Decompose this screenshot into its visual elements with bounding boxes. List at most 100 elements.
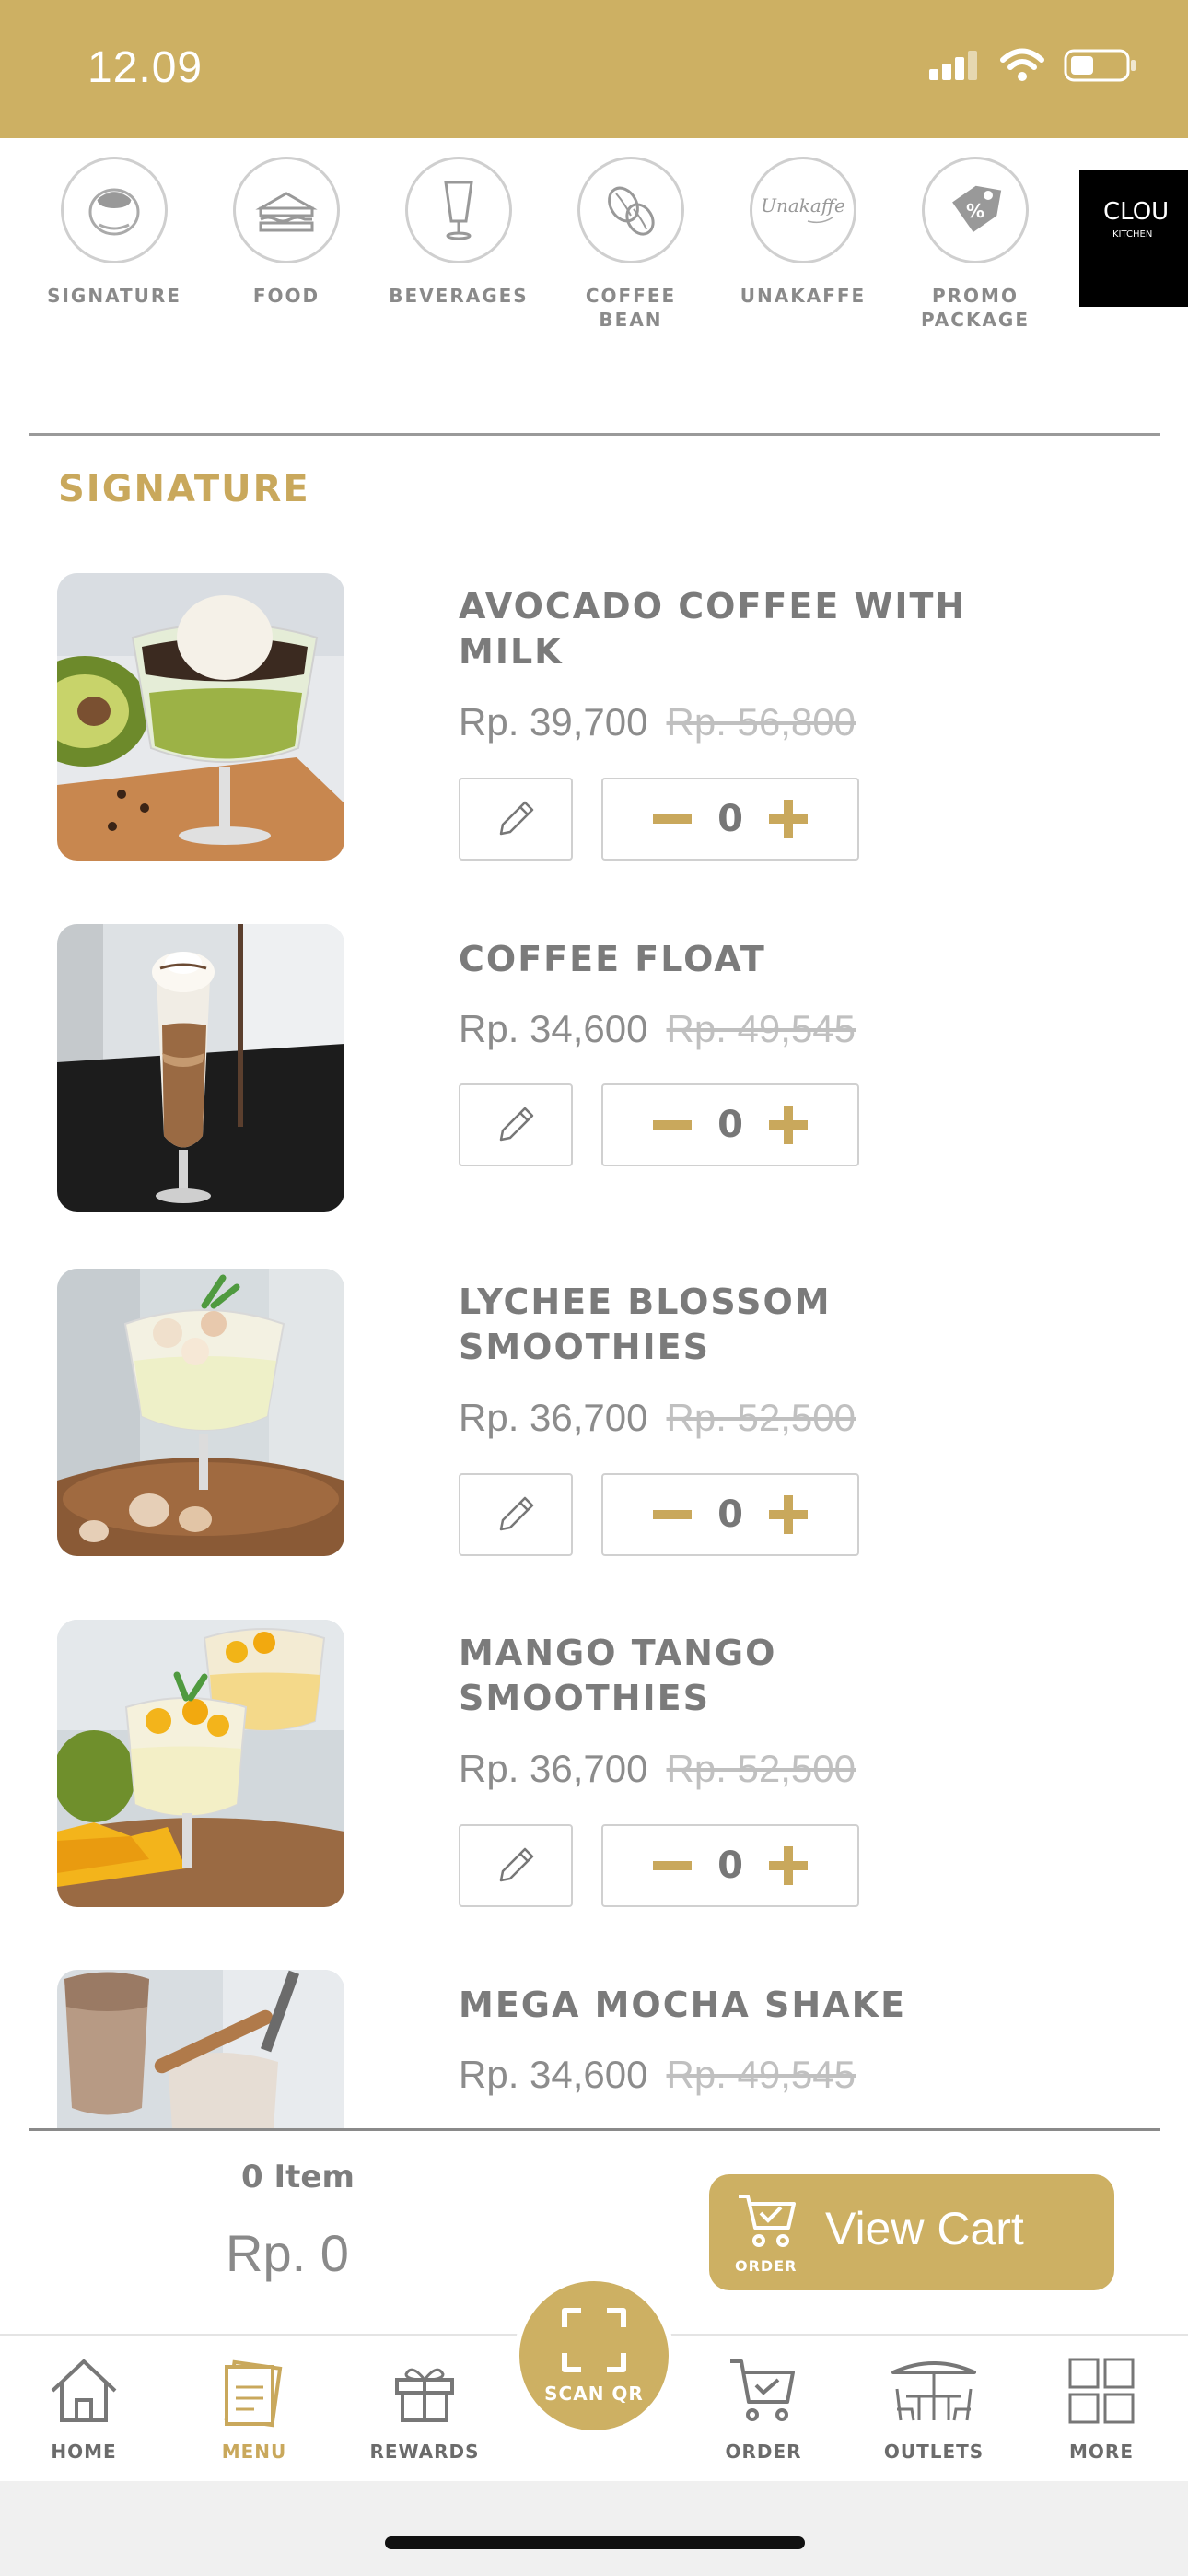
menu-icon [224,2359,283,2428]
item-old-price: Rp. 49,545 [666,1007,856,1050]
decrease-button[interactable] [651,1844,693,1887]
tab-label: ORDER [725,2441,802,2463]
category-promo-package[interactable]: % PROMO PACKAGE [902,157,1049,332]
cloud-kitchen-title: CLOU [1103,198,1170,226]
pencil-icon [499,1107,534,1142]
category-circle: Unakaffe [750,157,856,263]
status-time: 12.09 [87,43,204,92]
menu-item: COFFEE FLOAT Rp. 34,600 Rp. 49,545 0 [0,924,1188,1219]
category-circle [61,157,168,263]
category-label: PROMO PACKAGE [920,285,1031,331]
scan-qr-label: SCAN QR [544,2383,644,2405]
item-old-price: Rp. 52,500 [666,1747,856,1790]
minus-icon [653,1510,692,1519]
decrease-button[interactable] [651,798,693,840]
quantity-value: 0 [717,1493,743,1536]
category-beverages[interactable]: BEVERAGES [385,157,532,308]
category-cloud-kitchen[interactable]: CLOU KITCHEN [1079,170,1188,307]
item-image[interactable] [57,1269,344,1556]
decrease-button[interactable] [651,1104,693,1146]
status-bar: 12.09 [0,0,1188,138]
unakaffe-logo-text: Unakaffe [761,194,845,217]
tab-outlets[interactable]: OUTLETS [860,2354,1007,2463]
coffee-bean-icon [608,186,655,236]
pencil-icon [499,801,534,836]
category-circle [577,157,684,263]
quantity-stepper: 0 [601,1083,859,1166]
edit-note-button[interactable] [459,778,573,861]
outlet-icon [891,2361,976,2421]
item-image[interactable] [57,1970,344,2128]
item-name: MANGO TANGO SMOOTHIES [459,1633,777,1718]
edit-note-button[interactable] [459,1824,573,1907]
section-title: SIGNATURE [58,468,310,510]
item-name: LYCHEE BLOSSOM SMOOTHIES [459,1282,832,1367]
item-old-price: Rp. 52,500 [666,1396,856,1439]
item-image[interactable] [57,1620,344,1907]
tab-more[interactable]: MORE [1028,2354,1175,2463]
tab-home[interactable]: HOME [10,2354,157,2463]
increase-button[interactable] [767,1844,809,1887]
menu-item: LYCHEE BLOSSOM SMOOTHIES Rp. 36,700 Rp. 5… [0,1269,1188,1563]
cellular-signal-icon [929,51,977,80]
tab-rewards[interactable]: REWARDS [351,2354,498,2463]
item-price-row: Rp. 34,600 Rp. 49,545 [459,2053,856,2097]
item-price: Rp. 34,600 [459,1007,648,1050]
home-indicator[interactable] [385,2536,805,2549]
edit-note-button[interactable] [459,1473,573,1556]
item-old-price: Rp. 56,800 [666,700,856,744]
cart-order-label: ORDER [735,2257,798,2275]
pencil-icon [499,1847,534,1882]
minus-icon [653,1861,692,1870]
item-image[interactable] [57,924,344,1212]
view-cart-label: View Cart [825,2203,1024,2254]
tab-order[interactable]: ORDER [690,2354,837,2463]
plus-icon [769,1495,808,1534]
menu-item: MANGO TANGO SMOOTHIES Rp. 36,700 Rp. 52,5… [0,1620,1188,1914]
category-label: BEVERAGES [389,285,529,307]
view-cart-button[interactable]: ORDER View Cart [709,2174,1114,2290]
sandwich-icon [255,192,318,232]
category-circle: % [922,157,1029,263]
tab-label: OUTLETS [883,2441,984,2463]
category-label: COFFEE BEAN [585,285,677,331]
gift-icon [395,2368,454,2422]
item-name: MEGA MOCHA SHAKE [459,1985,907,2025]
menu-item: MEGA MOCHA SHAKE Rp. 34,600 Rp. 49,545 [0,1970,1188,2128]
category-coffee-bean[interactable]: COFFEE BEAN [557,157,705,332]
scan-qr-button[interactable]: SCAN QR [514,2276,674,2436]
promo-tag-icon: % [952,185,1002,232]
quantity-stepper: 0 [601,1473,859,1556]
plus-icon [769,800,808,838]
tab-menu[interactable]: MENU [181,2354,328,2463]
tab-label: HOME [51,2441,117,2463]
category-label: SIGNATURE [47,285,181,307]
item-image[interactable] [57,573,344,861]
quantity-stepper: 0 [601,1824,859,1907]
item-price: Rp. 34,600 [459,2053,648,2096]
edit-note-button[interactable] [459,1083,573,1166]
grid-icon [1068,2358,1135,2424]
item-price: Rp. 36,700 [459,1396,648,1439]
category-signature[interactable]: SIGNATURE [41,157,188,308]
plus-icon [769,1106,808,1144]
pencil-icon [499,1496,534,1531]
increase-button[interactable] [767,1104,809,1146]
divider [29,433,1160,436]
cart-icon [730,2359,795,2421]
increase-button[interactable] [767,798,809,840]
item-name: AVOCADO COFFEE WITH MILK [459,586,967,672]
increase-button[interactable] [767,1493,809,1536]
decrease-button[interactable] [651,1493,693,1536]
home-indicator-area [0,2481,1188,2576]
category-label: FOOD [252,285,320,307]
category-food[interactable]: FOOD [213,157,360,308]
minus-icon [653,1120,692,1130]
coffee-cup-icon [88,188,140,236]
category-unakaffe[interactable]: Unakaffe UNAKAFFE [729,157,877,308]
menu-item: AVOCADO COFFEE WITH MILK Rp. 39,700 Rp. 5… [0,573,1188,868]
glass-icon [444,181,473,240]
category-label: UNAKAFFE [740,285,867,307]
category-circle [233,157,340,263]
item-price: Rp. 36,700 [459,1747,648,1790]
